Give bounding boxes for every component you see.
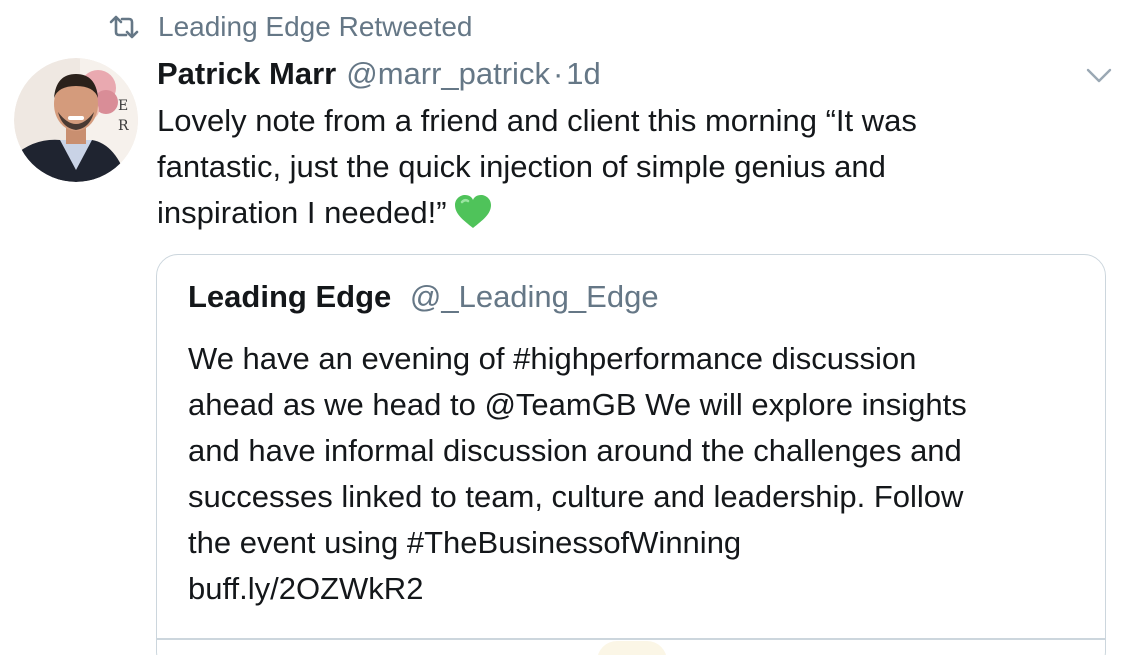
tweet-text-line: inspiration I needed!” (157, 195, 447, 230)
green-heart-icon (453, 193, 493, 231)
tweet-text-line: Lovely note from a friend and client thi… (157, 103, 917, 138)
tweet-text: Lovely note from a friend and client thi… (157, 98, 1077, 236)
quoted-text-line: ahead as we head to @TeamGB We will expl… (188, 387, 967, 422)
quoted-tweet-header: Leading Edge @_Leading_Edge (188, 279, 659, 315)
tweet-header: Patrick Marr @marr_patrick · 1d (157, 54, 601, 94)
chevron-down-icon[interactable] (1085, 64, 1113, 86)
tweet-text-line-last: inspiration I needed!” (157, 190, 1077, 236)
quoted-text-line: the event using #TheBusinessofWinning (188, 525, 742, 560)
separator-dot: · (552, 56, 564, 91)
quoted-text-line: and have informal discussion around the … (188, 433, 962, 468)
retweet-context-text[interactable]: Leading Edge Retweeted (158, 11, 472, 43)
quoted-text-line: We have an evening of #highperformance d… (188, 341, 917, 376)
svg-text:R: R (118, 118, 129, 134)
quoted-media-preview[interactable] (597, 641, 667, 655)
quoted-tweet-text: We have an evening of #highperformance d… (188, 336, 1088, 612)
tweet-text-line: fantastic, just the quick injection of s… (157, 149, 886, 184)
tweet-timestamp[interactable]: 1d (566, 56, 600, 92)
retweet-context: Leading Edge Retweeted (108, 8, 472, 46)
author-name[interactable]: Patrick Marr (157, 56, 336, 92)
quoted-media-divider (157, 638, 1105, 640)
quoted-author-name[interactable]: Leading Edge (188, 279, 391, 314)
avatar[interactable]: E R (14, 58, 138, 182)
quoted-link[interactable]: buff.ly/2OZWkR2 (188, 566, 1088, 612)
quoted-text-line: successes linked to team, culture and le… (188, 479, 964, 514)
author-handle[interactable]: @marr_patrick (346, 56, 550, 92)
retweet-icon (108, 14, 140, 40)
quoted-author-handle[interactable]: @_Leading_Edge (410, 279, 659, 314)
tweet-card[interactable]: Leading Edge Retweeted E R Patrick Marr … (0, 0, 1121, 655)
svg-text:E: E (118, 98, 128, 114)
quoted-tweet[interactable]: Leading Edge @_Leading_Edge We have an e… (156, 254, 1106, 655)
